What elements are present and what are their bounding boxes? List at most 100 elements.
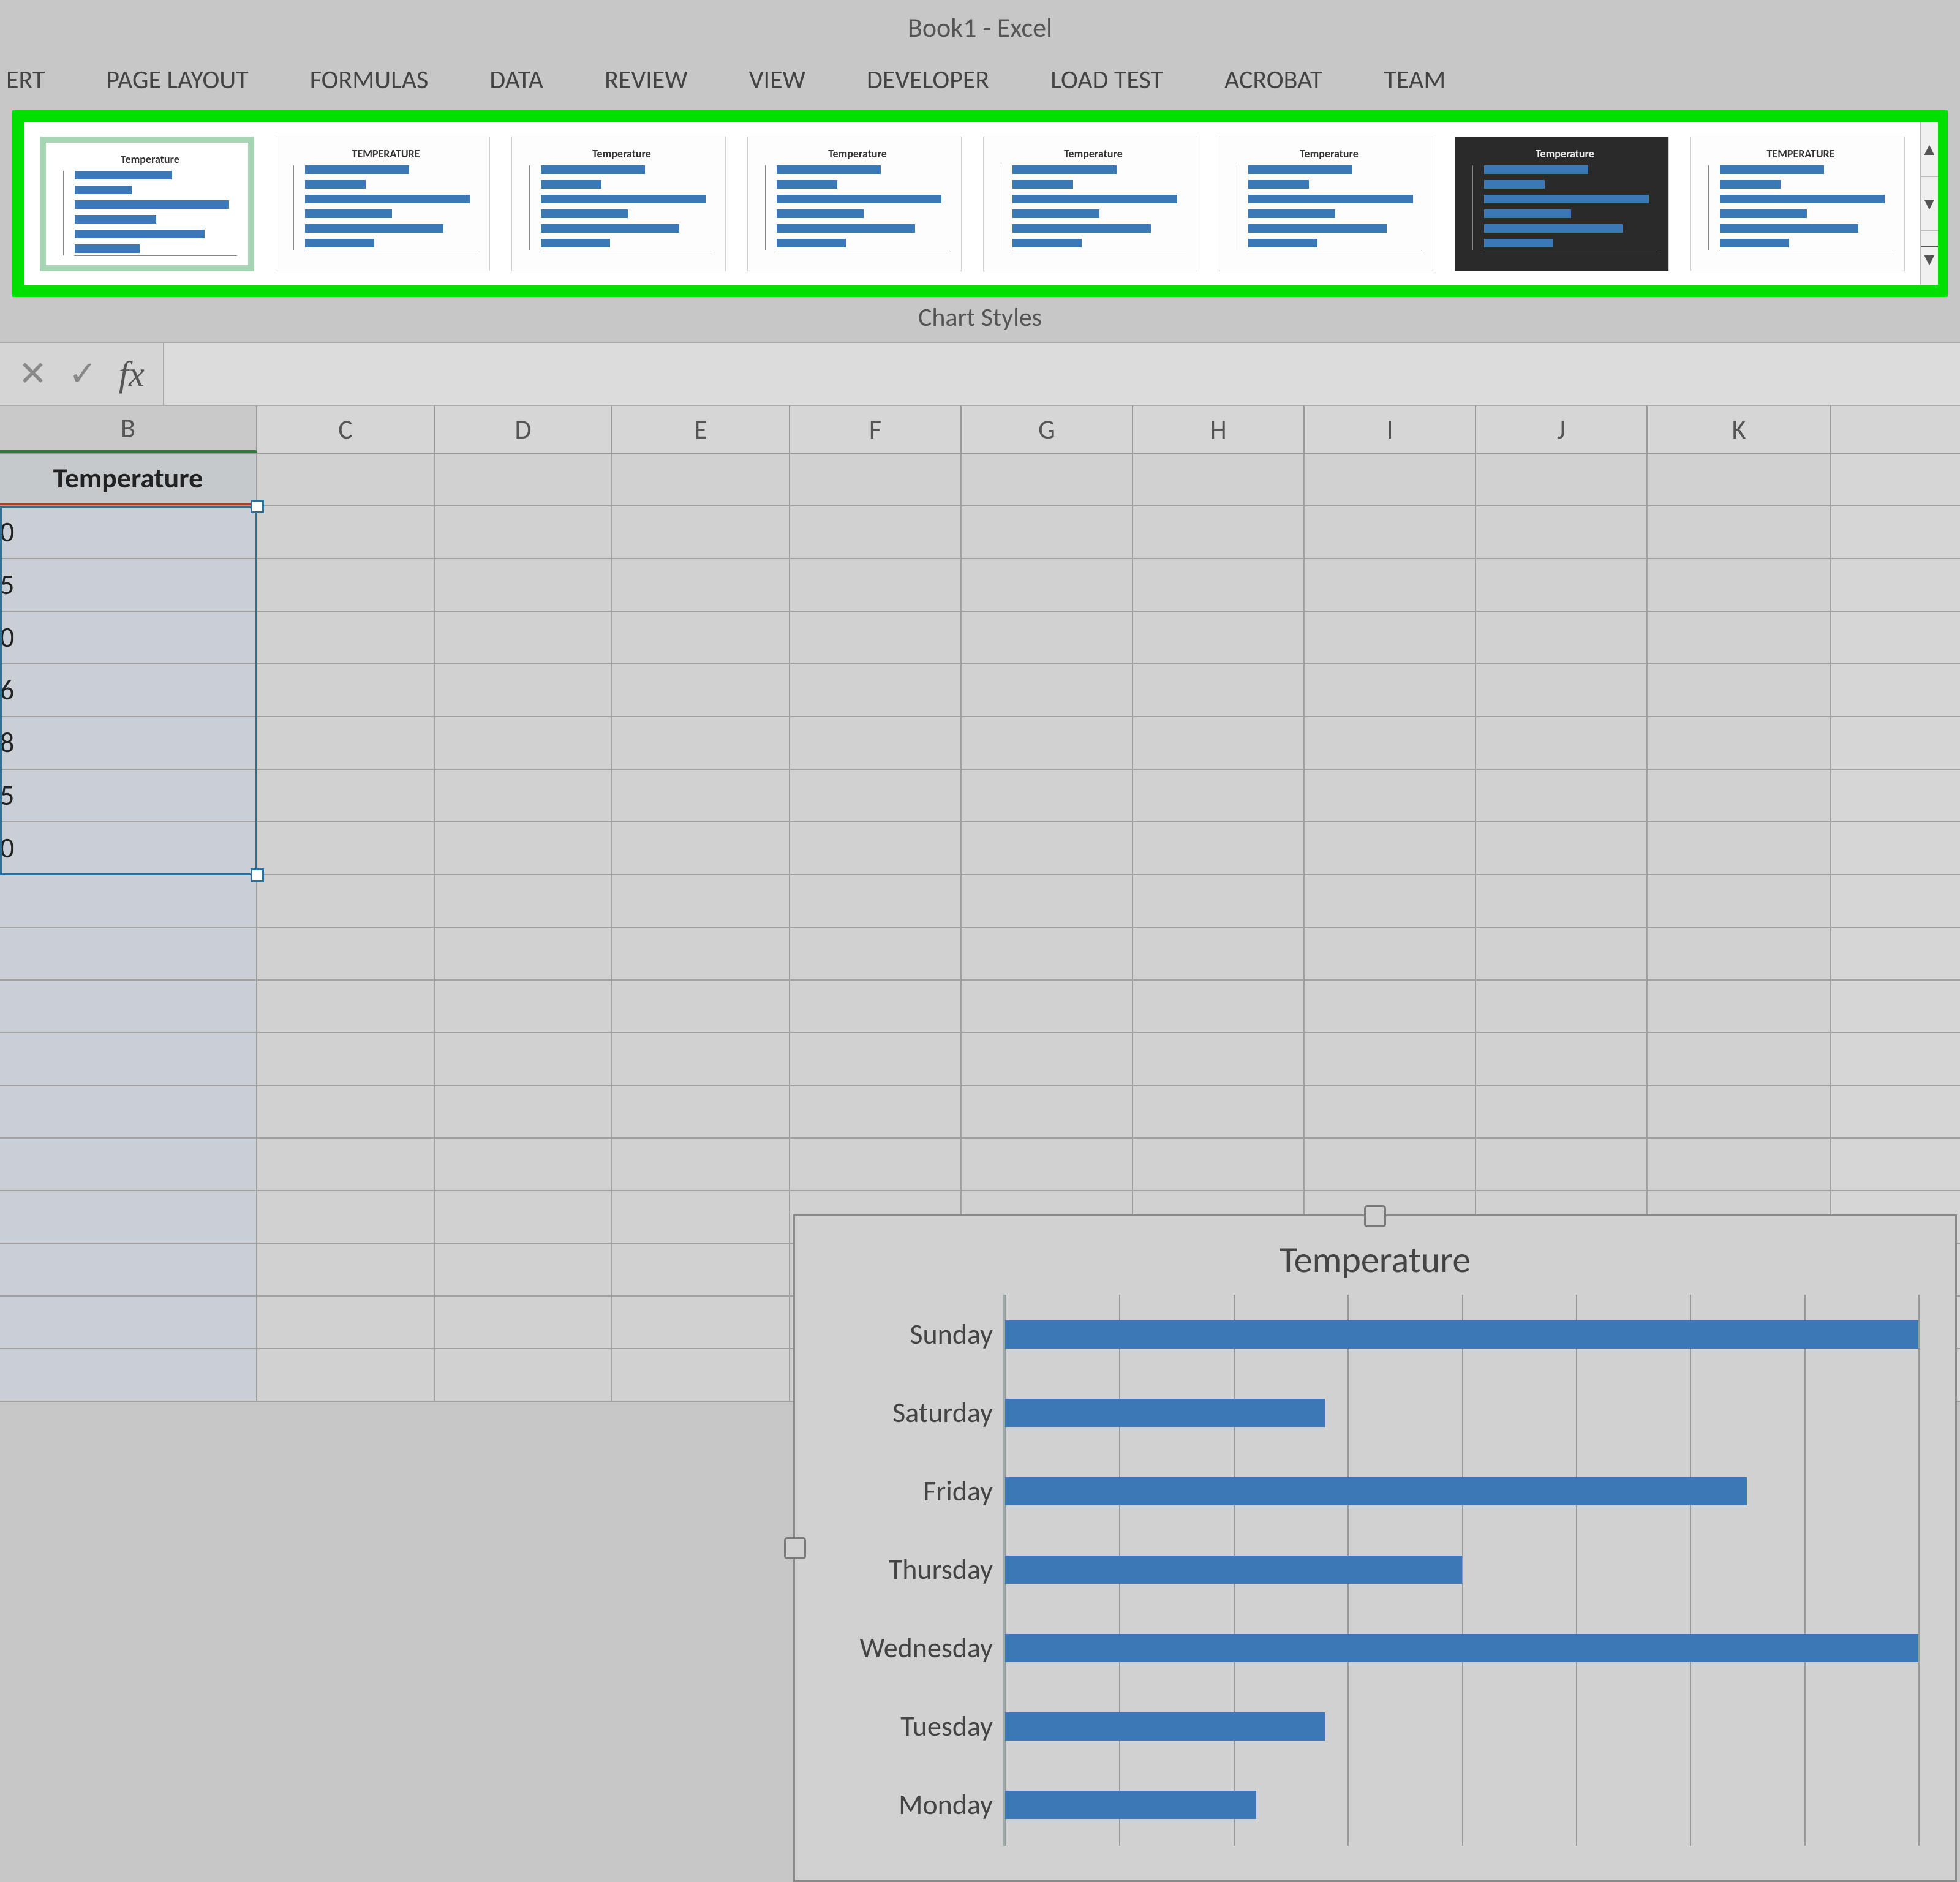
cell-C-18[interactable] <box>257 1349 435 1401</box>
chart-style-thumb-1[interactable]: Temperature <box>40 137 254 271</box>
ribbon-tab-view[interactable]: VIEW <box>718 64 836 96</box>
cell-J-4[interactable] <box>1476 612 1648 663</box>
chart-style-thumb-2[interactable]: TEMPERATURE <box>276 137 490 271</box>
cell-B-7[interactable]: 5 <box>0 770 257 821</box>
cell-I-2[interactable] <box>1305 506 1476 558</box>
cell-E-1[interactable] <box>612 454 790 505</box>
cell-C-4[interactable] <box>257 612 435 663</box>
cell-J-12[interactable] <box>1476 1033 1648 1085</box>
cell-G-1[interactable] <box>962 454 1133 505</box>
cell-K-8[interactable] <box>1648 822 1831 874</box>
cell-E-3[interactable] <box>612 559 790 611</box>
cell-I-11[interactable] <box>1305 981 1476 1032</box>
cell-I-10[interactable] <box>1305 928 1476 979</box>
cell-F-10[interactable] <box>790 928 962 979</box>
gallery-scroll-down[interactable]: ▼ <box>1921 177 1938 231</box>
cell-K-14[interactable] <box>1648 1139 1831 1190</box>
column-header-B[interactable]: B <box>0 406 257 453</box>
cell-H-13[interactable] <box>1133 1086 1305 1137</box>
cell-E-12[interactable] <box>612 1033 790 1085</box>
cell-H-4[interactable] <box>1133 612 1305 663</box>
cell-K-12[interactable] <box>1648 1033 1831 1085</box>
chart-bar[interactable] <box>1005 1712 1325 1741</box>
chart-style-thumb-3[interactable]: Temperature <box>511 137 726 271</box>
cell-J-10[interactable] <box>1476 928 1648 979</box>
cell-G-4[interactable] <box>962 612 1133 663</box>
column-header-G[interactable]: G <box>962 406 1133 453</box>
chart-style-thumb-4[interactable]: Temperature <box>747 137 962 271</box>
cell-D-6[interactable] <box>435 717 612 769</box>
cell-J-14[interactable] <box>1476 1139 1648 1190</box>
cell-G-7[interactable] <box>962 770 1133 821</box>
cell-K-10[interactable] <box>1648 928 1831 979</box>
cell-G-5[interactable] <box>962 664 1133 716</box>
chart-bar[interactable] <box>1005 1556 1462 1584</box>
cell-G-10[interactable] <box>962 928 1133 979</box>
cell-F-4[interactable] <box>790 612 962 663</box>
cell-C-12[interactable] <box>257 1033 435 1085</box>
chart-title[interactable]: Temperature <box>795 1216 1955 1295</box>
cell-G-13[interactable] <box>962 1086 1133 1137</box>
cell-B-3[interactable]: 5 <box>0 559 257 611</box>
cell-C-2[interactable] <box>257 506 435 558</box>
cell-G-11[interactable] <box>962 981 1133 1032</box>
chart-style-thumb-8[interactable]: TEMPERATURE <box>1691 137 1905 271</box>
cell-C-15[interactable] <box>257 1191 435 1243</box>
cell-K-9[interactable] <box>1648 875 1831 927</box>
column-header-J[interactable]: J <box>1476 406 1648 453</box>
cell-B-8[interactable]: 0 <box>0 822 257 874</box>
cell-E-10[interactable] <box>612 928 790 979</box>
cell-I-9[interactable] <box>1305 875 1476 927</box>
cell-D-5[interactable] <box>435 664 612 716</box>
cell-G-3[interactable] <box>962 559 1133 611</box>
cell-D-10[interactable] <box>435 928 612 979</box>
selection-handle[interactable] <box>251 500 264 513</box>
cell-F-14[interactable] <box>790 1139 962 1190</box>
ribbon-tab-review[interactable]: REVIEW <box>574 64 718 96</box>
chart-handle-top[interactable] <box>1364 1205 1386 1227</box>
cell-I-5[interactable] <box>1305 664 1476 716</box>
cell-C-5[interactable] <box>257 664 435 716</box>
cell-F-7[interactable] <box>790 770 962 821</box>
cell-J-8[interactable] <box>1476 822 1648 874</box>
gallery-more-button[interactable]: ▼ <box>1921 231 1938 285</box>
cell-K-11[interactable] <box>1648 981 1831 1032</box>
cell-F-5[interactable] <box>790 664 962 716</box>
cell-B-9[interactable] <box>0 875 257 927</box>
cell-D-14[interactable] <box>435 1139 612 1190</box>
cell-B-13[interactable] <box>0 1086 257 1137</box>
cell-I-7[interactable] <box>1305 770 1476 821</box>
cell-H-8[interactable] <box>1133 822 1305 874</box>
cell-J-9[interactable] <box>1476 875 1648 927</box>
cell-F-6[interactable] <box>790 717 962 769</box>
ribbon-tab-team[interactable]: TEAM <box>1354 64 1477 96</box>
cell-K-4[interactable] <box>1648 612 1831 663</box>
selection-handle[interactable] <box>251 868 264 882</box>
cell-J-5[interactable] <box>1476 664 1648 716</box>
ribbon-tab-page-layout[interactable]: PAGE LAYOUT <box>75 64 279 96</box>
cell-B-18[interactable] <box>0 1349 257 1401</box>
cell-E-15[interactable] <box>612 1191 790 1243</box>
column-header-H[interactable]: H <box>1133 406 1305 453</box>
cell-J-7[interactable] <box>1476 770 1648 821</box>
cell-G-6[interactable] <box>962 717 1133 769</box>
cell-B-16[interactable] <box>0 1244 257 1295</box>
cell-H-11[interactable] <box>1133 981 1305 1032</box>
cell-F-2[interactable] <box>790 506 962 558</box>
cell-K-13[interactable] <box>1648 1086 1831 1137</box>
cell-H-7[interactable] <box>1133 770 1305 821</box>
cell-H-6[interactable] <box>1133 717 1305 769</box>
cell-D-12[interactable] <box>435 1033 612 1085</box>
cell-D-2[interactable] <box>435 506 612 558</box>
cell-E-2[interactable] <box>612 506 790 558</box>
cell-J-6[interactable] <box>1476 717 1648 769</box>
ribbon-tab-formulas[interactable]: FORMULAS <box>279 64 459 96</box>
cell-B-11[interactable] <box>0 981 257 1032</box>
gallery-scroll-up[interactable]: ▲ <box>1921 122 1938 177</box>
cell-D-9[interactable] <box>435 875 612 927</box>
cell-E-18[interactable] <box>612 1349 790 1401</box>
chart-bar[interactable] <box>1005 1791 1256 1819</box>
cell-B-4[interactable]: 0 <box>0 612 257 663</box>
formula-cancel-icon[interactable]: ✕ <box>18 353 47 395</box>
cell-G-8[interactable] <box>962 822 1133 874</box>
